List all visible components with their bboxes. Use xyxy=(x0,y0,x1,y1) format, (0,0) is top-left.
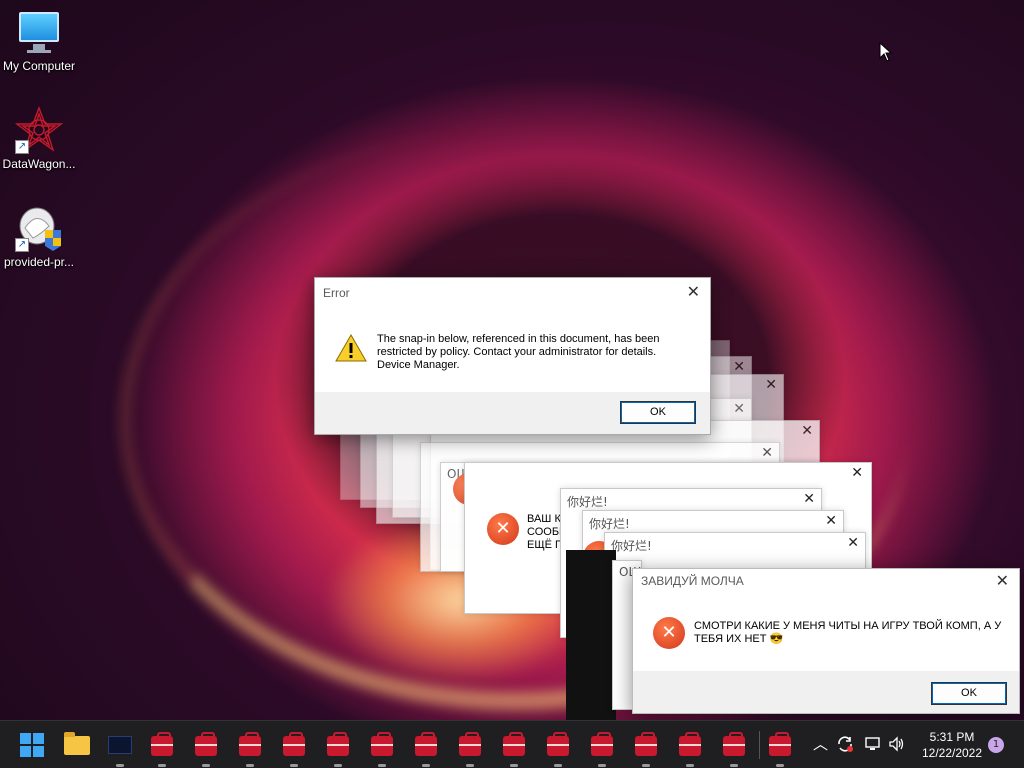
dialog-title: Error xyxy=(323,286,350,300)
volume-icon[interactable] xyxy=(888,735,906,753)
installer-icon: ↗ xyxy=(15,204,63,252)
toolbox-icon xyxy=(327,732,349,756)
toolbox-icon xyxy=(723,732,745,756)
system-clock[interactable]: 5:31 PM 12/22/2022 xyxy=(914,729,990,761)
desktop-icon-provided[interactable]: ↗ provided-pr... xyxy=(0,204,78,269)
warning-icon xyxy=(335,334,367,362)
taskbar-app-toolbox[interactable] xyxy=(412,731,440,767)
sync-icon[interactable] xyxy=(836,735,854,753)
taskbar-app-toolbox[interactable] xyxy=(720,731,748,767)
dialog-message: СМОТРИ КАКИЕ У МЕНЯ ЧИТЫ НА ИГРУ ТВОЙ КО… xyxy=(694,620,1002,645)
close-button[interactable]: ✕ xyxy=(687,283,700,301)
file-explorer-button[interactable] xyxy=(63,731,91,759)
ghost-dialog-title: 你好烂! xyxy=(611,539,652,553)
dialog-footer: OK xyxy=(633,671,1019,713)
taskbar-app-toolbox[interactable] xyxy=(236,731,264,767)
error-icon: ✕ xyxy=(653,617,685,649)
toolbox-icon xyxy=(679,732,701,756)
taskbar-app-toolbox-last[interactable] xyxy=(766,731,794,767)
start-button[interactable] xyxy=(18,731,46,759)
error-icon: ✕ xyxy=(487,513,519,545)
datawagon-icon: ↗ xyxy=(14,106,64,154)
ok-button[interactable]: OK xyxy=(932,683,1006,704)
ghost-dialog-title: 你好烂! xyxy=(567,495,608,509)
shortcut-arrow-icon: ↗ xyxy=(15,140,29,154)
desktop-icon-my-computer[interactable]: My Computer xyxy=(0,8,78,73)
toolbox-icon xyxy=(591,732,613,756)
taskbar-app-dark[interactable] xyxy=(106,731,134,767)
toolbox-icon xyxy=(459,732,481,756)
windows-logo-icon xyxy=(20,733,44,757)
taskbar-app-toolbox[interactable] xyxy=(500,731,528,767)
toolbox-icon xyxy=(415,732,437,756)
error-dialog: Error ✕ The snap-in below, referenced in… xyxy=(314,277,711,435)
desktop-icon-label: My Computer xyxy=(2,59,76,73)
taskbar-app-toolbox[interactable] xyxy=(544,731,572,767)
toolbox-icon xyxy=(151,732,173,756)
render-artifact xyxy=(566,550,616,720)
desktop-icon-label: provided-pr... xyxy=(3,255,75,269)
dialog-title: ЗАВИДУЙ МОЛЧА xyxy=(641,574,744,588)
close-icon: ✕ xyxy=(825,513,837,529)
notification-badge[interactable]: 1 xyxy=(988,737,1004,753)
ghost-dialog-title: 你好烂! xyxy=(589,517,630,531)
close-icon: ✕ xyxy=(851,465,863,481)
toolbox-icon xyxy=(371,732,393,756)
clock-date: 12/22/2022 xyxy=(921,746,983,760)
toolbox-icon xyxy=(283,732,305,756)
toolbox-icon xyxy=(195,732,217,756)
close-icon: ✕ xyxy=(847,535,859,551)
toolbox-icon xyxy=(239,732,261,756)
dialog-footer: OK xyxy=(315,392,710,434)
cheat-dialog: ЗАВИДУЙ МОЛЧА ✕ ✕ СМОТРИ КАКИЕ У МЕНЯ ЧИ… xyxy=(632,568,1020,714)
toolbox-icon xyxy=(503,732,525,756)
taskbar-app-toolbox[interactable] xyxy=(676,731,704,767)
shortcut-arrow-icon: ↗ xyxy=(15,238,29,252)
close-button[interactable]: ✕ xyxy=(996,572,1009,590)
computer-icon xyxy=(15,8,63,56)
network-icon[interactable] xyxy=(864,735,882,753)
taskbar-app-toolbox[interactable] xyxy=(588,731,616,767)
taskbar-divider xyxy=(759,731,760,759)
taskbar-app-toolbox[interactable] xyxy=(324,731,352,767)
toolbox-icon xyxy=(547,732,569,756)
taskbar-app-toolbox[interactable] xyxy=(148,731,176,767)
app-window-icon xyxy=(108,736,132,754)
toolbox-icon xyxy=(769,732,791,756)
taskbar-app-toolbox[interactable] xyxy=(456,731,484,767)
mouse-cursor-icon xyxy=(879,42,893,62)
toolbox-icon xyxy=(635,732,657,756)
clock-time: 5:31 PM xyxy=(929,730,975,744)
desktop-icon-datawagon[interactable]: ↗ DataWagon... xyxy=(0,106,78,171)
desktop-icon-label: DataWagon... xyxy=(2,157,76,171)
taskbar-app-toolbox[interactable] xyxy=(368,731,396,767)
dialog-message: The snap-in below, referenced in this do… xyxy=(377,333,660,371)
close-icon: ✕ xyxy=(803,491,815,507)
folder-icon xyxy=(64,732,90,755)
show-hidden-icons-chevron-icon[interactable]: ︿ xyxy=(813,733,828,754)
taskbar: ︿ 5:31 PM 12/22/2022 1 xyxy=(0,720,1024,768)
ok-button[interactable]: OK xyxy=(621,402,695,423)
taskbar-app-toolbox[interactable] xyxy=(192,731,220,767)
taskbar-app-toolbox[interactable] xyxy=(632,731,660,767)
taskbar-app-toolbox[interactable] xyxy=(280,731,308,767)
